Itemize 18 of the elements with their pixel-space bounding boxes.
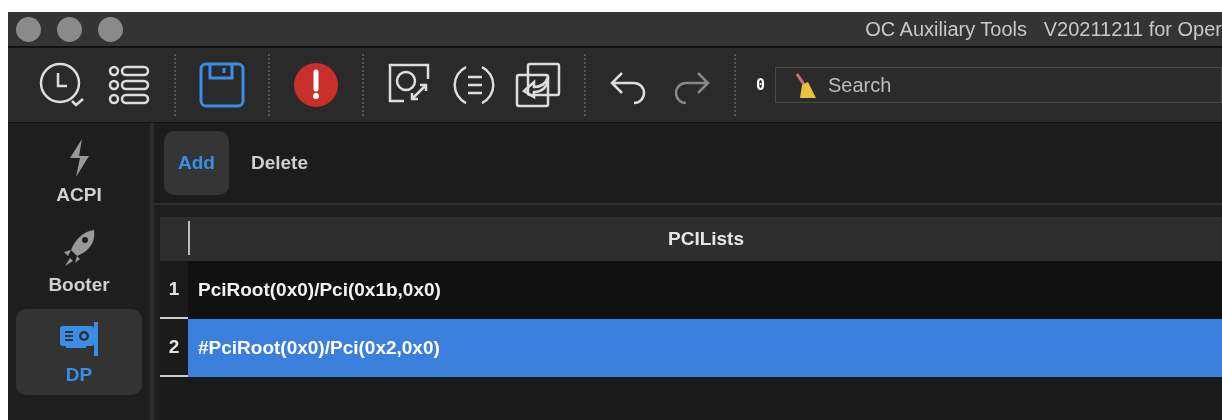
tab[interactable]: Delete xyxy=(236,131,322,195)
column-header: PCILists xyxy=(667,227,745,251)
sidebar-item[interactable]: DP xyxy=(16,309,142,395)
table-row[interactable]: #PciRoot(0x0)/Pci(0x2,0x0) xyxy=(188,319,1222,377)
tab[interactable]: Add xyxy=(164,131,229,195)
warning-icon[interactable] xyxy=(292,61,340,109)
copy-icon[interactable] xyxy=(514,61,562,109)
sidebar-item[interactable]: Booter xyxy=(16,219,142,305)
table-row[interactable]: PciRoot(0x0)/Pci(0x1b,0x0) xyxy=(188,261,1222,319)
window-control-button[interactable] xyxy=(98,16,123,42)
counter-text: 0 xyxy=(756,76,766,94)
sidebar-item[interactable]: ACPI xyxy=(16,129,142,215)
list-icon[interactable] xyxy=(108,63,152,107)
save-icon[interactable] xyxy=(198,61,246,109)
window-control-button[interactable] xyxy=(16,16,41,42)
window-control-button[interactable] xyxy=(57,16,82,42)
window-title: OC Auxiliary Tools V20211211 for Oper xyxy=(865,17,1222,41)
search-field[interactable]: Search xyxy=(775,67,1222,103)
